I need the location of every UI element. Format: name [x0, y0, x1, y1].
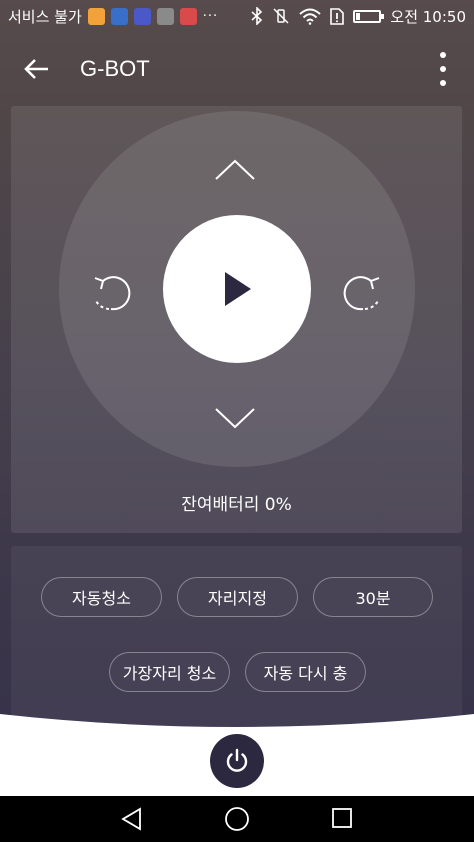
auto-recharge-button[interactable]: 자동 다시 충 [245, 652, 366, 692]
auto-clean-button[interactable]: 자동청소 [41, 577, 162, 617]
square-recents-icon [332, 808, 352, 828]
nav-recent-apps-button[interactable] [331, 807, 353, 833]
bluetooth-icon [251, 7, 263, 25]
notification-app-icon [110, 7, 128, 25]
triangle-back-icon [121, 807, 141, 831]
notification-app-icon [87, 7, 105, 25]
arrow-left-icon [24, 59, 48, 79]
nav-home-button[interactable] [224, 806, 250, 836]
chevron-up-icon [215, 159, 255, 180]
status-right: 오전 10:50 [251, 0, 466, 32]
wifi-icon [299, 8, 322, 25]
notification-app-icon [156, 7, 174, 25]
play-icon [225, 272, 251, 306]
status-bar: 서비스 불가 ··· 오전 10:50 [0, 0, 474, 32]
control-panel: 잔여배터리 0% [11, 106, 462, 533]
menu-dot [440, 52, 446, 58]
nav-back-button[interactable] [120, 807, 144, 835]
overflow-menu-button[interactable] [438, 52, 448, 86]
more-notifications-dots: ··· [202, 8, 219, 24]
carrier-text: 서비스 불가 [8, 7, 82, 26]
system-nav-bar [0, 796, 474, 842]
move-backward-button[interactable] [212, 405, 258, 435]
rotate-right-button[interactable] [341, 271, 385, 319]
power-button[interactable] [210, 734, 264, 788]
battery-remaining-label: 잔여배터리 0% [181, 495, 292, 515]
app-bar: G-BOT [0, 32, 474, 106]
page-title: G-BOT [80, 56, 150, 81]
edge-clean-button[interactable]: 가장자리 청소 [109, 652, 230, 692]
battery-icon [353, 9, 385, 23]
circle-home-icon [225, 807, 249, 831]
rotate-left-icon [94, 276, 131, 311]
chevron-down-icon [215, 408, 255, 429]
notification-app-icon [133, 7, 151, 25]
notification-app-icon [179, 7, 197, 25]
direction-pad [59, 111, 415, 467]
power-icon [226, 748, 248, 772]
menu-dot [440, 80, 446, 86]
vibrate-off-icon [273, 8, 289, 24]
spot-clean-button[interactable]: 자리지정 [177, 577, 298, 617]
rotate-right-icon [343, 276, 380, 311]
start-cleaning-button[interactable] [163, 215, 311, 363]
rotate-left-button[interactable] [89, 271, 133, 319]
sim-alert-icon [330, 7, 345, 25]
clock-time: 오전 10:50 [390, 7, 466, 26]
status-left: 서비스 불가 ··· [8, 0, 218, 32]
move-forward-button[interactable] [212, 157, 258, 187]
menu-dot [440, 66, 446, 72]
back-button[interactable] [22, 54, 52, 84]
timer-30min-button[interactable]: 30분 [313, 577, 433, 617]
